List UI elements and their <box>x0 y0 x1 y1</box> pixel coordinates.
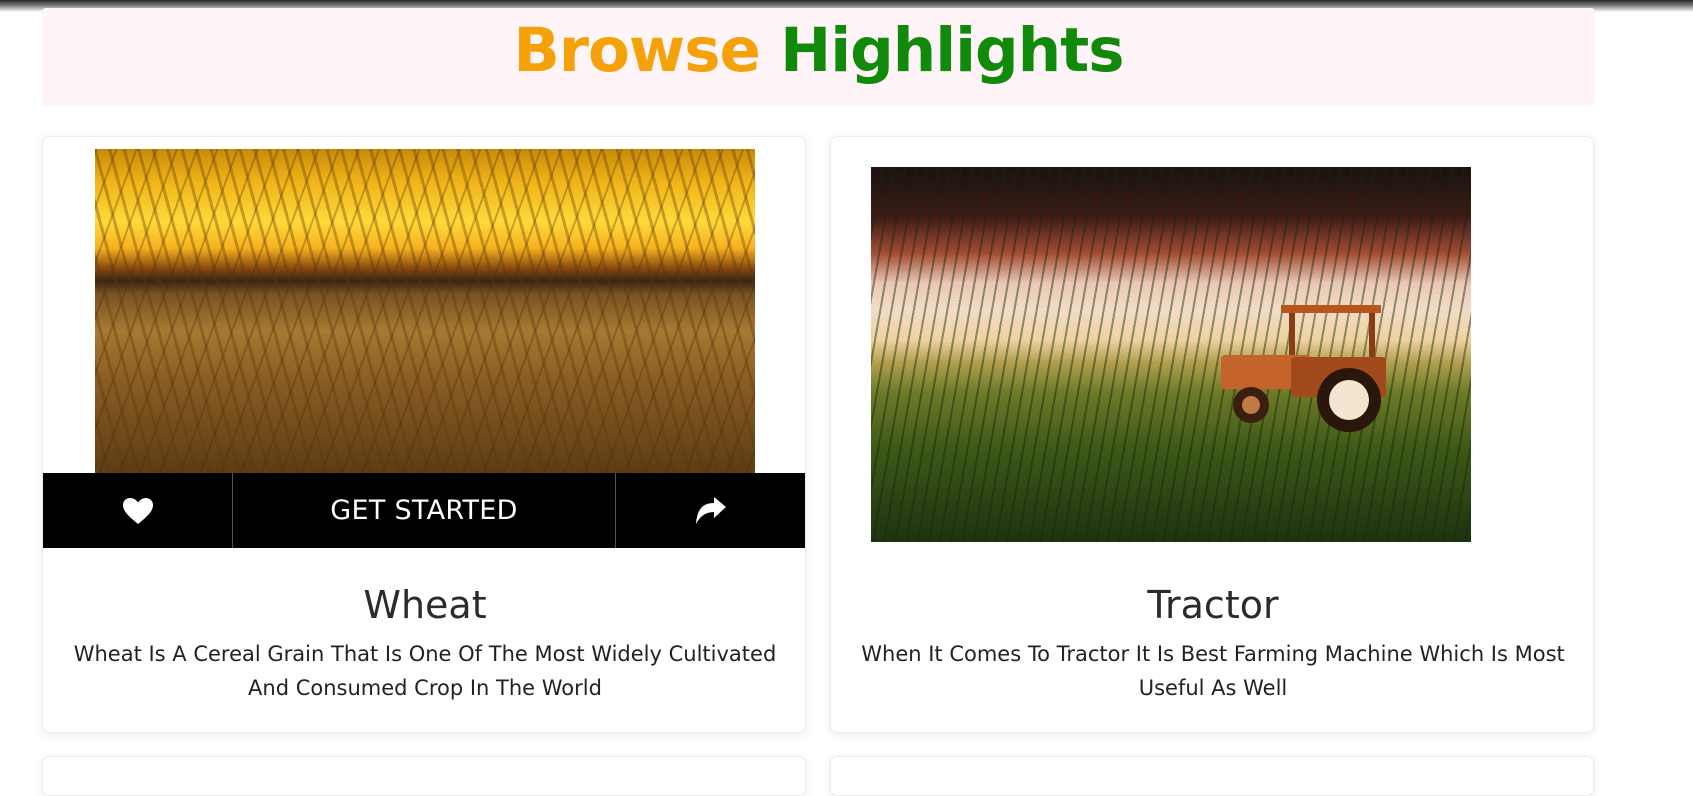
get-started-button[interactable]: GET STARTED <box>233 473 616 548</box>
card-description: When It Comes To Tractor It Is Best Farm… <box>861 642 1565 700</box>
highlight-card-next-left[interactable] <box>42 756 806 796</box>
like-button[interactable] <box>43 473 233 548</box>
tractor-silhouette-icon <box>1221 305 1386 432</box>
section-header: Browse Highlights <box>42 8 1595 106</box>
card-action-bar: GET STARTED <box>43 473 805 548</box>
page: Browse Highlights GET STARTED Wheat Whea… <box>0 0 1693 796</box>
heart-icon <box>122 497 153 524</box>
card-title: Wheat <box>363 583 487 627</box>
tractor-image <box>871 167 1471 542</box>
highlight-card-wheat[interactable]: GET STARTED Wheat Wheat Is A Cereal Grai… <box>42 136 806 733</box>
title-word-browse: Browse <box>513 15 761 86</box>
section-title: Browse Highlights <box>513 20 1124 81</box>
wheat-image <box>95 149 755 479</box>
card-description: Wheat Is A Cereal Grain That Is One Of T… <box>73 642 777 700</box>
card-title: Tractor <box>1147 583 1279 627</box>
title-word-highlights: Highlights <box>780 15 1124 86</box>
highlight-card-next-right[interactable] <box>830 756 1594 796</box>
share-button[interactable] <box>616 473 805 548</box>
share-icon <box>696 496 726 524</box>
